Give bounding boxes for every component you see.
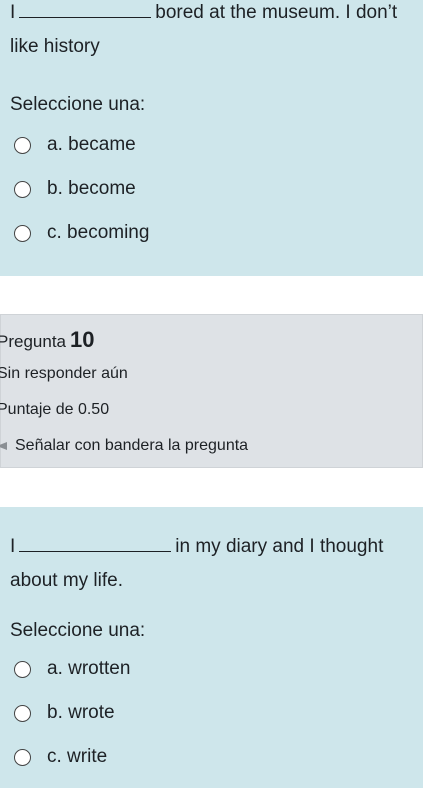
radio-button[interactable] xyxy=(14,180,31,198)
question-9-option-c[interactable]: c. becoming xyxy=(14,222,149,244)
option-label: a. wrotten xyxy=(47,658,131,679)
option-label: b. wrote xyxy=(47,702,115,723)
flag-question-label: Señalar con bandera la pregunta xyxy=(15,437,249,454)
question-10-text-before: I xyxy=(10,536,16,557)
question-10-option-b[interactable]: b. wrote xyxy=(14,702,115,724)
question-10-option-c[interactable]: c. write xyxy=(14,746,107,768)
radio-button[interactable] xyxy=(14,224,31,242)
option-label: b. become xyxy=(47,178,136,199)
radio-button[interactable] xyxy=(14,136,31,154)
radio-button[interactable] xyxy=(14,660,31,678)
question-number-label: Pregunta 10 xyxy=(0,327,94,353)
question-10-option-a[interactable]: a. wrotten xyxy=(14,658,130,680)
question-9-option-b[interactable]: b. become xyxy=(14,178,136,200)
flag-question-link[interactable]: Señalar con bandera la pregunta xyxy=(0,437,248,455)
question-grade: Puntaje de 0.50 xyxy=(0,401,110,418)
flag-icon[interactable] xyxy=(0,442,7,450)
question-number: 10 xyxy=(70,327,95,352)
option-label: a. became xyxy=(47,134,136,155)
option-label: c. write xyxy=(47,746,108,767)
radio-button[interactable] xyxy=(14,704,31,722)
question-label: Pregunta xyxy=(0,332,66,351)
question-state: Sin responder aún xyxy=(0,365,128,382)
question-9-text: Ibored at the museum. I don’t like histo… xyxy=(10,0,413,64)
question-9-text-before: I xyxy=(10,2,16,23)
quiz-page: Ibored at the museum. I don’t like histo… xyxy=(0,0,427,788)
question-10-prompt: Seleccione una: xyxy=(10,620,146,641)
option-label: c. becoming xyxy=(47,222,150,243)
question-9-prompt: Seleccione una: xyxy=(10,94,146,115)
question-10-text: Iin my diary and I thought about my life… xyxy=(10,530,413,598)
question-9-blank xyxy=(19,0,152,18)
question-9-option-a[interactable]: a. became xyxy=(14,134,136,156)
radio-button[interactable] xyxy=(14,748,31,766)
question-10-blank xyxy=(19,534,172,552)
question-10-info-box: Pregunta 10 Sin responder aún Puntaje de … xyxy=(0,314,423,468)
